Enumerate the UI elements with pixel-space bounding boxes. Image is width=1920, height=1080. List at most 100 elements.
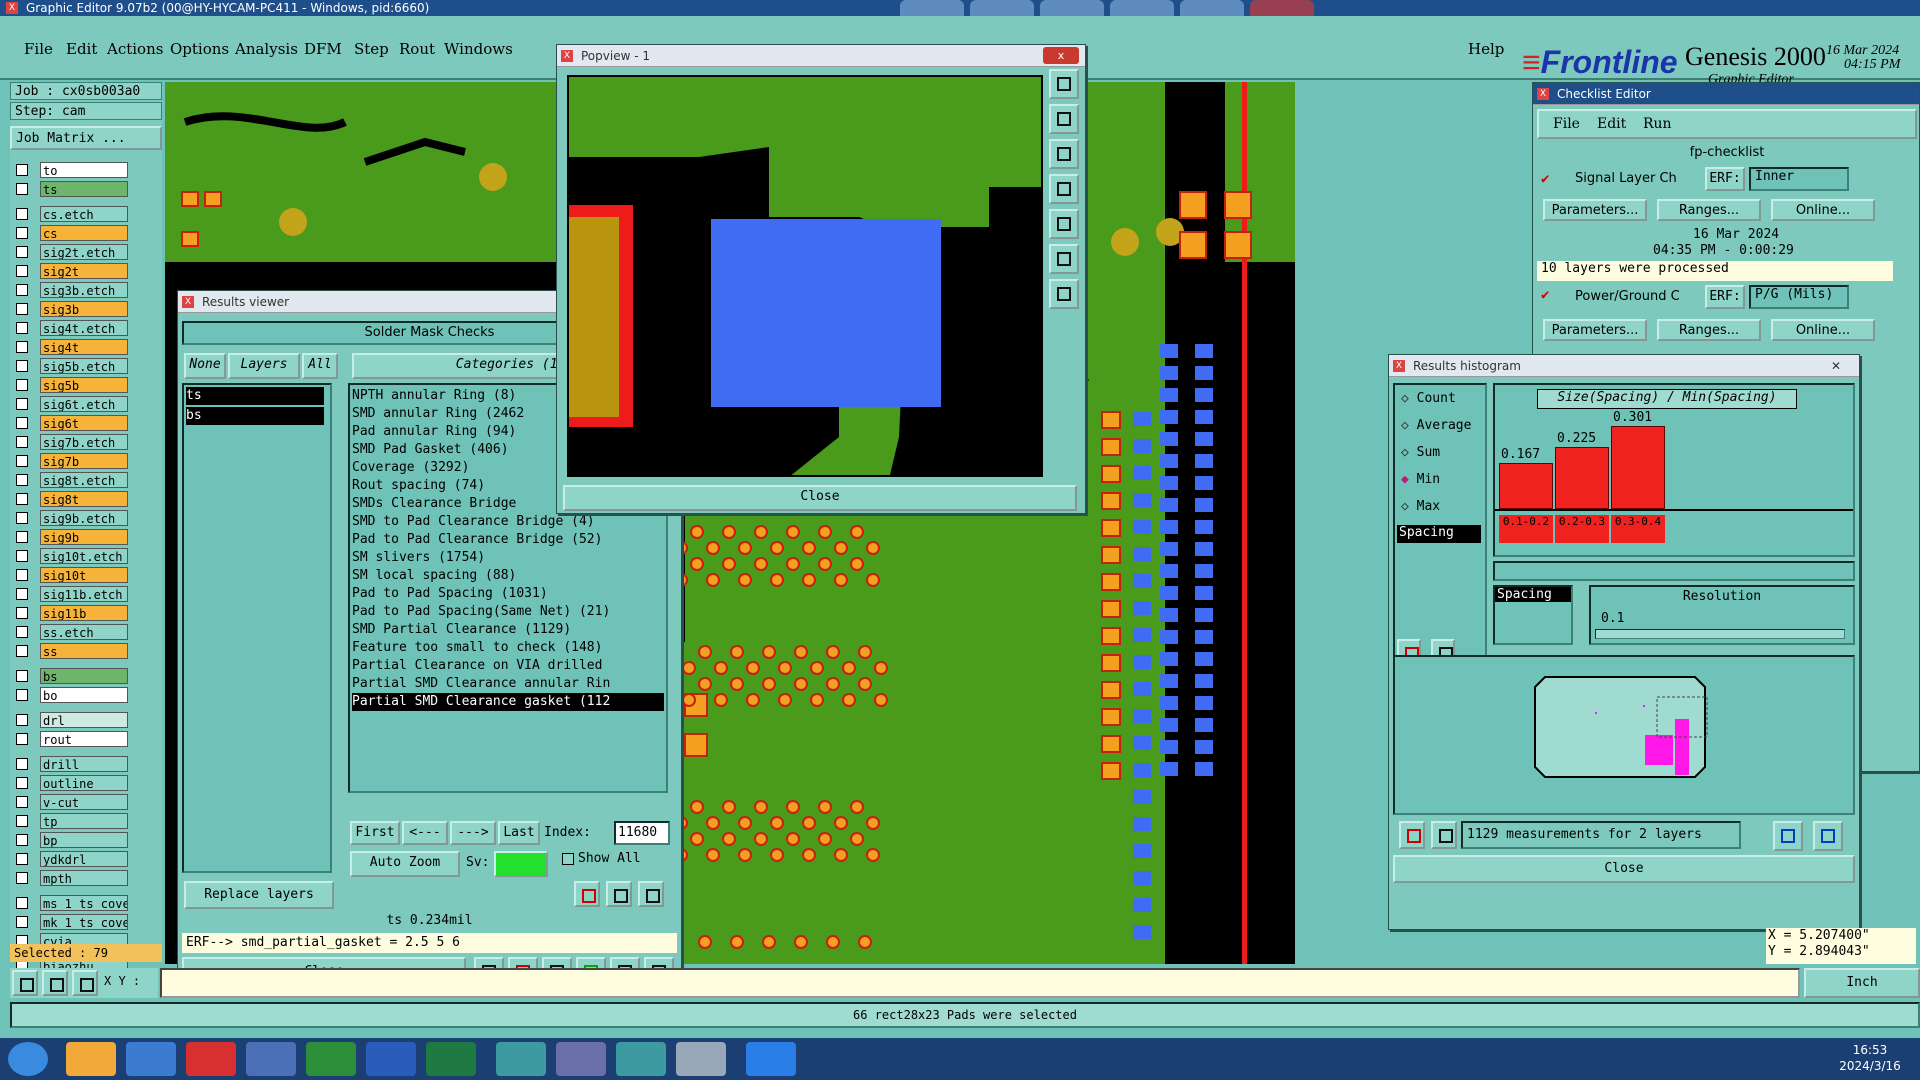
- layer-checkbox[interactable]: [16, 283, 28, 296]
- layer-checkbox[interactable]: [16, 321, 28, 334]
- item1-parameters-button[interactable]: Parameters...: [1543, 199, 1647, 221]
- layer-checkbox[interactable]: [16, 359, 28, 372]
- layer-checkbox[interactable]: [16, 435, 28, 448]
- item2-ranges-button[interactable]: Ranges...: [1657, 319, 1761, 341]
- layer-row[interactable]: sig9b: [14, 527, 162, 546]
- layer-row[interactable]: ts: [14, 179, 162, 198]
- layer-checkbox[interactable]: [16, 340, 28, 353]
- layers-button[interactable]: Layers: [228, 353, 300, 379]
- item1-erf-select[interactable]: Inner: [1749, 167, 1849, 191]
- item2-erf-select[interactable]: P/G (Mils): [1749, 285, 1849, 309]
- category-item[interactable]: Partial SMD Clearance gasket (112: [352, 693, 664, 711]
- calculator-icon[interactable]: [676, 1042, 726, 1076]
- histogram-close-button[interactable]: Close: [1393, 855, 1855, 883]
- mode-option-max[interactable]: ◇ Max: [1401, 499, 1440, 514]
- layer-row[interactable]: cs: [14, 223, 162, 242]
- unit-select[interactable]: Inch: [1804, 968, 1920, 998]
- menu-help[interactable]: Help: [1468, 40, 1504, 58]
- undo-icon[interactable]: [638, 881, 664, 907]
- results-layer-item[interactable]: bs: [186, 407, 324, 425]
- layer-row[interactable]: cs.etch: [14, 204, 162, 223]
- category-item[interactable]: Pad to Pad Spacing(Same Net) (21): [352, 603, 664, 621]
- layer-checkbox[interactable]: [16, 896, 28, 909]
- layer-row[interactable]: mk_1_ts_cove: [14, 912, 162, 931]
- item2-online-button[interactable]: Online...: [1771, 319, 1875, 341]
- category-item[interactable]: Pad to Pad Clearance Bridge (52): [352, 531, 664, 549]
- layer-checkbox[interactable]: [16, 568, 28, 581]
- menu-options[interactable]: Options: [170, 40, 229, 58]
- layer-checkbox[interactable]: [16, 757, 28, 770]
- popview-tool-icon[interactable]: [1049, 209, 1079, 239]
- layer-row[interactable]: sig3b.etch: [14, 280, 162, 299]
- menu-actions[interactable]: Actions: [107, 40, 163, 58]
- taskbar-app-8-icon[interactable]: [496, 1042, 546, 1076]
- taskbar-app-4-icon[interactable]: [246, 1042, 296, 1076]
- layer-row[interactable]: bp: [14, 830, 162, 849]
- show-all-checkbox[interactable]: [562, 853, 574, 865]
- layer-row[interactable]: ydkdrl: [14, 849, 162, 868]
- popview-close-icon[interactable]: x: [1043, 47, 1079, 64]
- overview-ref-icon[interactable]: [1431, 821, 1457, 849]
- item2-label[interactable]: Power/Ground C: [1575, 289, 1680, 304]
- layer-checkbox[interactable]: [16, 669, 28, 682]
- layer-row[interactable]: sig2t: [14, 261, 162, 280]
- layer-checkbox[interactable]: [16, 625, 28, 638]
- ref-icon[interactable]: [606, 881, 632, 907]
- taskbar-app-5-icon[interactable]: [306, 1042, 356, 1076]
- genesis-taskbar-icon[interactable]: [556, 1042, 606, 1076]
- layer-checkbox[interactable]: [16, 852, 28, 865]
- layer-row[interactable]: ss.etch: [14, 622, 162, 641]
- layer-checkbox[interactable]: [16, 163, 28, 176]
- prev-button[interactable]: <---: [402, 821, 448, 845]
- first-button[interactable]: First: [350, 821, 400, 845]
- layer-checkbox[interactable]: [16, 713, 28, 726]
- layer-row[interactable]: tp: [14, 811, 162, 830]
- histogram-bar[interactable]: [1611, 426, 1665, 509]
- layer-row[interactable]: sig3b: [14, 299, 162, 318]
- histogram-bar[interactable]: [1555, 447, 1609, 509]
- item2-parameters-button[interactable]: Parameters...: [1543, 319, 1647, 341]
- layer-checkbox[interactable]: [16, 915, 28, 928]
- layer-checkbox[interactable]: [16, 182, 28, 195]
- layer-row[interactable]: sig9b.etch: [14, 508, 162, 527]
- menu-dfm[interactable]: DFM: [304, 40, 342, 58]
- layer-row[interactable]: sig7b: [14, 451, 162, 470]
- layer-checkbox[interactable]: [16, 302, 28, 315]
- layer-row[interactable]: sig5b.etch: [14, 356, 162, 375]
- mode-option-sum[interactable]: ◇ Sum: [1401, 445, 1440, 460]
- category-item[interactable]: SMD to Pad Clearance Bridge (4): [352, 513, 664, 531]
- popview-tool-icon[interactable]: [1049, 174, 1079, 204]
- layer-row[interactable]: bo: [14, 685, 162, 704]
- layer-checkbox[interactable]: [16, 397, 28, 410]
- layer-row[interactable]: sig11b: [14, 603, 162, 622]
- layer-row[interactable]: sig6t.etch: [14, 394, 162, 413]
- overview-del-icon[interactable]: [1399, 821, 1425, 849]
- layer-checkbox[interactable]: [16, 814, 28, 827]
- layer-checkbox[interactable]: [16, 644, 28, 657]
- mode-option-count[interactable]: ◇ Count: [1401, 391, 1456, 406]
- item1-ranges-button[interactable]: Ranges...: [1657, 199, 1761, 221]
- menu-analysis[interactable]: Analysis: [235, 40, 298, 58]
- results-layer-item[interactable]: ts: [186, 387, 324, 405]
- menu-windows[interactable]: Windows: [444, 40, 513, 58]
- print-icon[interactable]: [1813, 821, 1843, 851]
- layer-checkbox[interactable]: [16, 688, 28, 701]
- index-input[interactable]: 11680: [614, 821, 670, 845]
- layer-checkbox[interactable]: [16, 795, 28, 808]
- layer-row[interactable]: ms_1_ts_cove: [14, 893, 162, 912]
- grid-tool-icon[interactable]: [72, 970, 98, 996]
- system-clock[interactable]: 16:53 2024/3/16: [1830, 1042, 1910, 1074]
- category-item[interactable]: SM local spacing (88): [352, 567, 664, 585]
- all-button[interactable]: All: [302, 353, 338, 379]
- del-icon[interactable]: [574, 881, 600, 907]
- mode-option-min[interactable]: ◆ Min: [1401, 472, 1440, 487]
- checklist-menu-edit[interactable]: Edit: [1597, 116, 1626, 132]
- layer-checkbox[interactable]: [16, 606, 28, 619]
- popview-close-button[interactable]: Close: [563, 485, 1077, 511]
- mode-option-average[interactable]: ◇ Average: [1401, 418, 1471, 433]
- layer-row[interactable]: sig7b.etch: [14, 432, 162, 451]
- layer-row[interactable]: v-cut: [14, 792, 162, 811]
- layer-row[interactable]: sig6t: [14, 413, 162, 432]
- layer-checkbox[interactable]: [16, 587, 28, 600]
- board-overview[interactable]: [1393, 655, 1855, 815]
